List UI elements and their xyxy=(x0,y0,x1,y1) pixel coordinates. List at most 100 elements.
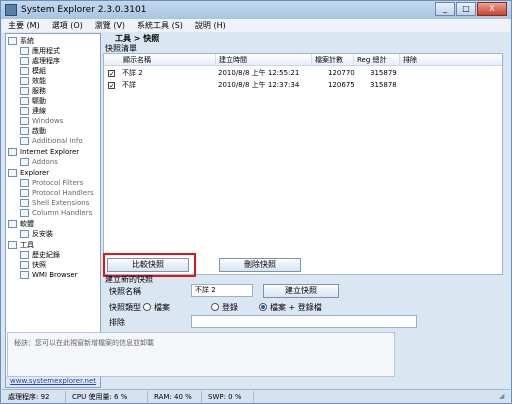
title-bar: System Explorer 2.3.0.3101 _ □ X xyxy=(1,1,511,19)
folder-icon xyxy=(20,158,29,166)
create-snapshot-button[interactable]: 建立快照 xyxy=(263,284,339,298)
snapshot-name-input[interactable]: 不詳 2 xyxy=(191,284,253,297)
cell-name: 不詳 xyxy=(122,81,136,89)
tree-label: 效能 xyxy=(32,77,46,85)
resize-grip-icon[interactable]: ◢ xyxy=(499,392,508,401)
folder-icon xyxy=(20,179,29,187)
close-button[interactable]: X xyxy=(477,2,507,16)
folder-icon xyxy=(20,209,29,217)
exclude-label: 排除 xyxy=(109,318,125,327)
table-header: 顯示名稱 建立時間 檔案計數 Reg 總計 排除 xyxy=(104,54,504,66)
folder-icon xyxy=(20,127,29,135)
app-window: System Explorer 2.3.0.3101 _ □ X 主要 (M) … xyxy=(0,0,512,404)
type-files-registry-radio[interactable] xyxy=(259,303,267,311)
maximize-button[interactable]: □ xyxy=(456,2,476,16)
tree-label: 工具 xyxy=(20,241,34,249)
col-created-time[interactable]: 建立時間 xyxy=(216,54,312,66)
tree-label: Shell Extensions xyxy=(32,199,90,207)
folder-icon xyxy=(20,67,29,75)
tree-label: 服務 xyxy=(32,87,46,95)
cell-file-count: 120675 xyxy=(328,81,355,89)
tree-item-protocol-handlers[interactable]: Protocol Handlers xyxy=(20,188,94,198)
tree-item-history[interactable]: 歷史紀錄 xyxy=(20,250,60,260)
cell-name: 不詳 2 xyxy=(122,69,143,77)
menu-view[interactable]: 瀏覽 (V) xyxy=(89,20,131,31)
tree-item-shell-extensions[interactable]: Shell Extensions xyxy=(20,198,89,208)
tree-item-startup[interactable]: 啟動 xyxy=(20,126,46,136)
folder-icon xyxy=(20,87,29,95)
folder-icon xyxy=(20,77,29,85)
col-file-count[interactable]: 檔案計數 xyxy=(312,54,354,66)
tree-item-wmi-browser[interactable]: WMI Browser xyxy=(20,270,78,280)
exclude-input[interactable] xyxy=(191,315,417,328)
tree-item-services[interactable]: 服務 xyxy=(20,86,46,96)
table-row[interactable]: ✓ 不詳 2 2010/8/8 上午 12:55:21 120770 31587… xyxy=(104,68,502,79)
tree-item-windows[interactable]: Windows xyxy=(20,116,63,126)
type-registry-label: 登錄 xyxy=(222,303,238,312)
minimize-button[interactable]: _ xyxy=(435,2,455,16)
tree-item-explorer[interactable]: Explorer xyxy=(8,168,49,178)
row-checkbox[interactable]: ✓ xyxy=(108,82,115,90)
folder-icon xyxy=(8,220,17,228)
tree-item-system[interactable]: 系統 xyxy=(8,36,34,46)
tree-item-drivers[interactable]: 驅動 xyxy=(20,96,46,106)
col-exclude[interactable]: 排除 xyxy=(400,54,504,66)
status-ram: RAM: 40 % xyxy=(148,390,202,403)
tree-label: 軟體 xyxy=(20,220,34,228)
folder-icon xyxy=(20,199,29,207)
tree-item-addons[interactable]: Addons xyxy=(20,157,58,167)
tree-label: Windows xyxy=(32,117,64,125)
menu-system-tools[interactable]: 系統工具 (S) xyxy=(131,20,189,31)
cell-created: 2010/8/8 上午 12:55:21 xyxy=(218,69,300,77)
tree-item-tools[interactable]: 工具 xyxy=(8,240,34,250)
cell-reg-total: 315878 xyxy=(370,81,397,89)
cell-reg-total: 315879 xyxy=(370,69,397,77)
col-display-name[interactable]: 顯示名稱 xyxy=(120,54,216,66)
tree-label: 應用程式 xyxy=(32,47,60,55)
col-reg-total[interactable]: Reg 總計 xyxy=(354,54,400,66)
tree-label: Addons xyxy=(32,158,58,166)
type-files-label: 檔案 xyxy=(154,303,170,312)
tree-item-processes[interactable]: 處理程序 xyxy=(20,56,60,66)
tree-item-internet-explorer[interactable]: Internet Explorer xyxy=(8,147,79,157)
tree-label: 驅動 xyxy=(32,97,46,105)
tree-item-snapshot[interactable]: 快照 xyxy=(20,260,46,270)
tree-label: 歷史紀錄 xyxy=(32,251,60,259)
tree-item-applications[interactable]: 應用程式 xyxy=(20,46,60,56)
tree-item-connections[interactable]: 連線 xyxy=(20,106,46,116)
new-snapshot-title: 建立新的快照 xyxy=(105,275,153,284)
folder-icon xyxy=(8,37,17,45)
status-swp: SWP: 0 % xyxy=(202,390,254,403)
tree-item-protocol-filters[interactable]: Protocol Filters xyxy=(20,178,83,188)
tree-item-software[interactable]: 軟體 xyxy=(8,219,34,229)
snapshot-name-label: 快照名稱 xyxy=(109,287,141,296)
tree-label: 快照 xyxy=(32,261,46,269)
snapshot-type-label: 快照類型 xyxy=(109,303,141,312)
menu-main[interactable]: 主要 (M) xyxy=(2,20,46,31)
snapshot-table: 顯示名稱 建立時間 檔案計數 Reg 總計 排除 ✓ 不詳 2 2010/8/8… xyxy=(103,53,504,275)
type-registry-radio[interactable] xyxy=(211,303,219,311)
menu-help[interactable]: 說明 (H) xyxy=(189,20,232,31)
tree-item-column-handlers[interactable]: Column Handlers xyxy=(20,208,92,218)
row-checkbox[interactable]: ✓ xyxy=(108,70,115,78)
folder-icon xyxy=(20,271,29,279)
folder-icon xyxy=(20,97,29,105)
cell-file-count: 120770 xyxy=(328,69,355,77)
folder-icon xyxy=(20,107,29,115)
tree-label: Protocol Filters xyxy=(32,179,84,187)
menu-bar: 主要 (M) 選項 (O) 瀏覽 (V) 系統工具 (S) 說明 (H) xyxy=(2,19,510,32)
tree-item-uninstall[interactable]: 反安裝 xyxy=(20,229,53,239)
folder-icon xyxy=(20,47,29,55)
delete-snapshot-button[interactable]: 刪除快照 xyxy=(219,258,301,272)
tree-item-modules[interactable]: 模組 xyxy=(20,66,46,76)
folder-icon xyxy=(20,230,29,238)
folder-icon xyxy=(20,117,29,125)
cell-created: 2010/8/8 上午 12:37:34 xyxy=(218,81,300,89)
tree-item-additional-info[interactable]: Additional Info xyxy=(20,136,83,146)
folder-icon xyxy=(20,137,29,145)
tree-item-performance[interactable]: 效能 xyxy=(20,76,46,86)
menu-options[interactable]: 選項 (O) xyxy=(46,20,89,31)
type-files-radio[interactable] xyxy=(143,303,151,311)
table-row[interactable]: ✓ 不詳 2010/8/8 上午 12:37:34 120675 315878 xyxy=(104,80,502,91)
tree-label: Additional Info xyxy=(32,137,83,145)
